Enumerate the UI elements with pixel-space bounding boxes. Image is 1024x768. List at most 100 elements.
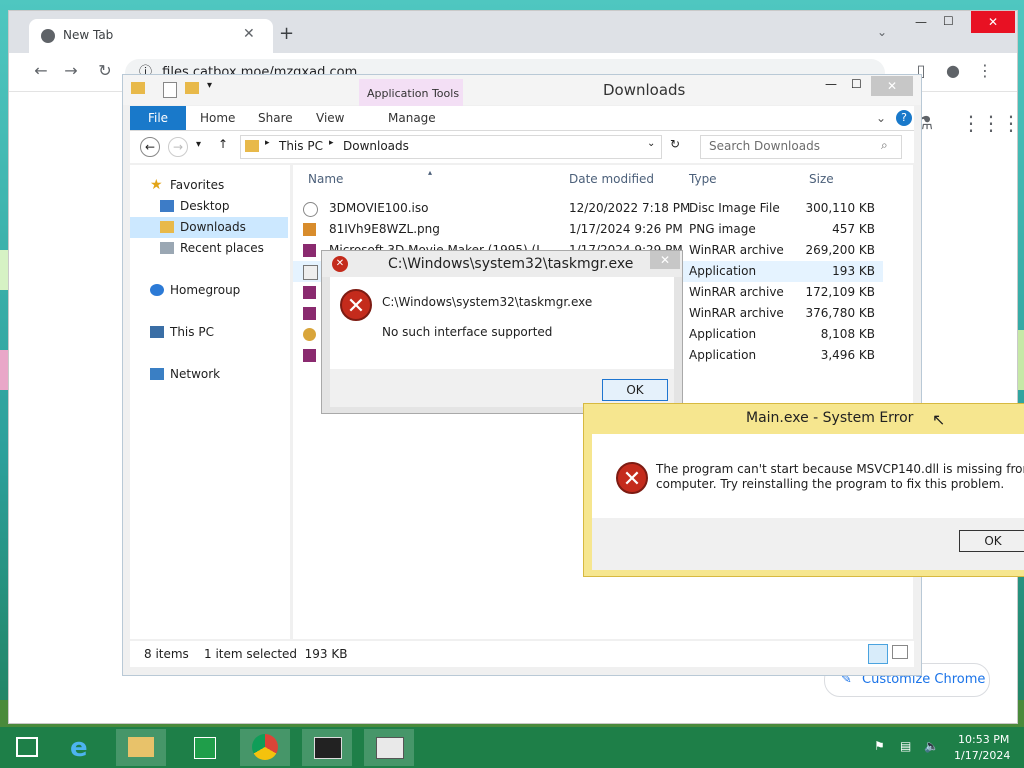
- breadcrumb-separator-icon: ▸: [265, 138, 270, 148]
- status-bar: 8 items 1 item selected 193 KB: [130, 641, 914, 667]
- nav-downloads[interactable]: Downloads: [130, 217, 288, 238]
- action-center-flag-icon[interactable]: ⚑: [874, 739, 885, 753]
- file-size: 193 KB: [832, 264, 875, 278]
- file-explorer-button[interactable]: [116, 729, 166, 766]
- explorer-titlebar: ▾ Downloads — ☐ ✕: [123, 75, 921, 105]
- tab-manage[interactable]: Manage: [388, 106, 436, 130]
- nav-favorites[interactable]: ★ Favorites: [130, 175, 288, 196]
- column-size[interactable]: Size: [809, 167, 834, 191]
- profile-icon[interactable]: ●: [941, 59, 965, 83]
- item-count: 8 items: [144, 647, 189, 661]
- nav-network[interactable]: Network: [130, 364, 288, 385]
- maximize-icon[interactable]: ☐: [943, 14, 954, 28]
- up-icon[interactable]: ↑: [218, 137, 228, 151]
- dialog-button-bar: OK: [592, 518, 1024, 570]
- file-date: 1/17/2024 9:26 PM: [569, 222, 683, 236]
- qat-dropdown-icon[interactable]: ▾: [207, 80, 212, 91]
- new-tab-icon[interactable]: +: [279, 23, 294, 44]
- help-icon[interactable]: ?: [896, 110, 912, 126]
- breadcrumb-downloads[interactable]: Downloads: [343, 139, 409, 153]
- file-type: WinRAR archive: [689, 306, 784, 320]
- nav-recent-places[interactable]: Recent places: [130, 238, 288, 259]
- close-window-button[interactable]: ✕: [971, 11, 1015, 33]
- nav-desktop[interactable]: Desktop: [130, 196, 288, 217]
- dialog-title: C:\Windows\system32\taskmgr.exe: [388, 256, 634, 272]
- chrome-button[interactable]: [240, 729, 290, 766]
- refresh-icon[interactable]: ↻: [670, 137, 680, 151]
- tab-share[interactable]: Share: [258, 106, 293, 130]
- file-size: 376,780 KB: [805, 306, 875, 320]
- table-row[interactable]: 3DMOVIE100.iso 12/20/2022 7:18 PM Disc I…: [293, 198, 883, 219]
- build-watermark: Build 9600: [948, 710, 1013, 724]
- dialog-body: ✕ The program can't start because MSVCP1…: [592, 434, 1024, 518]
- nav-homegroup[interactable]: Homegroup: [130, 280, 288, 301]
- dialog-title: Main.exe - System Error: [746, 410, 914, 426]
- file-name: 81IVh9E8WZL.png: [329, 222, 440, 236]
- dialog-app-button[interactable]: [364, 729, 414, 766]
- nav-label: Network: [170, 367, 221, 381]
- nav-label: This PC: [170, 325, 214, 339]
- menu-icon[interactable]: ⋮: [973, 59, 997, 83]
- store-icon: [194, 737, 216, 759]
- column-type[interactable]: Type: [689, 167, 717, 191]
- column-date[interactable]: Date modified: [569, 167, 654, 191]
- start-button[interactable]: [4, 729, 54, 766]
- error-icon: ✕: [616, 462, 648, 494]
- recent-places-icon: [160, 242, 174, 254]
- navigation-pane: ★ Favorites Desktop Downloads Recent pla…: [130, 165, 290, 639]
- star-icon: ★: [150, 177, 163, 193]
- breadcrumb-folder-icon: [245, 140, 259, 152]
- tab-close-icon[interactable]: ✕: [243, 26, 255, 42]
- address-dropdown-icon[interactable]: ⌄: [647, 138, 655, 149]
- tab-new-tab[interactable]: New Tab ✕: [29, 19, 273, 53]
- volume-muted-icon[interactable]: 🔈: [924, 739, 939, 753]
- ok-button[interactable]: OK: [602, 379, 668, 401]
- desktop-icon: [160, 200, 174, 212]
- file-type: WinRAR archive: [689, 243, 784, 257]
- internet-explorer-icon: e: [70, 733, 88, 763]
- network-tray-icon[interactable]: ▤: [900, 739, 911, 753]
- tab-home[interactable]: Home: [200, 106, 235, 130]
- apps-grid-icon[interactable]: ⋮⋮⋮: [961, 111, 1021, 135]
- back-nav-icon[interactable]: ←: [140, 137, 160, 157]
- search-input[interactable]: Search Downloads ⌕: [700, 135, 902, 159]
- explorer-minimize-icon[interactable]: —: [825, 77, 837, 91]
- forward-icon[interactable]: →: [59, 59, 83, 83]
- dialog-close-button[interactable]: ✕: [650, 251, 680, 269]
- file-size: 8,108 KB: [820, 327, 875, 341]
- reload-icon[interactable]: ↻: [93, 59, 117, 83]
- error-title-icon: ✕: [332, 256, 348, 272]
- forward-nav-icon[interactable]: →: [168, 137, 188, 157]
- explorer-maximize-icon[interactable]: ☐: [851, 77, 862, 91]
- back-icon[interactable]: ←: [29, 59, 53, 83]
- table-row[interactable]: 81IVh9E8WZL.png 1/17/2024 9:26 PM PNG im…: [293, 219, 883, 240]
- video-app-button[interactable]: [302, 729, 352, 766]
- tab-search-icon[interactable]: ⌄: [877, 25, 887, 39]
- dialog-body: ✕ C:\Windows\system32\taskmgr.exe No suc…: [330, 277, 674, 369]
- tab-view[interactable]: View: [316, 106, 344, 130]
- new-folder-icon[interactable]: [185, 82, 199, 94]
- recent-locations-icon[interactable]: ▾: [196, 139, 201, 150]
- store-button[interactable]: [180, 729, 230, 766]
- ok-button[interactable]: OK: [959, 530, 1024, 552]
- column-name[interactable]: Name: [308, 167, 343, 191]
- explorer-close-button[interactable]: ✕: [871, 76, 913, 96]
- minimize-icon[interactable]: —: [915, 15, 927, 29]
- file-type: Application: [689, 348, 757, 362]
- archive-file-icon: [303, 286, 316, 299]
- application-tools-label: Application Tools: [367, 87, 460, 100]
- internet-explorer-button[interactable]: e: [58, 729, 108, 766]
- mouse-cursor-icon: ↖: [932, 410, 946, 429]
- clock-time[interactable]: 10:53 PM: [958, 733, 1009, 746]
- nav-this-pc[interactable]: This PC: [130, 322, 288, 343]
- properties-icon[interactable]: [163, 82, 177, 98]
- clock-date[interactable]: 1/17/2024: [954, 749, 1010, 762]
- ribbon-expand-icon[interactable]: ⌄: [876, 106, 886, 130]
- breadcrumb[interactable]: ▸ This PC ▸ Downloads ⌄: [240, 135, 662, 159]
- large-icons-view-icon[interactable]: [892, 645, 908, 659]
- tab-file[interactable]: File: [130, 106, 186, 130]
- details-view-icon[interactable]: [868, 644, 888, 664]
- breadcrumb-this-pc[interactable]: This PC: [279, 139, 323, 153]
- column-headers: Name ▴ Date modified Type Size: [293, 167, 893, 191]
- taskbar: e Build 9600 ⚑ ▤ 🔈 10:53 PM 1/17/2024: [0, 710, 1024, 768]
